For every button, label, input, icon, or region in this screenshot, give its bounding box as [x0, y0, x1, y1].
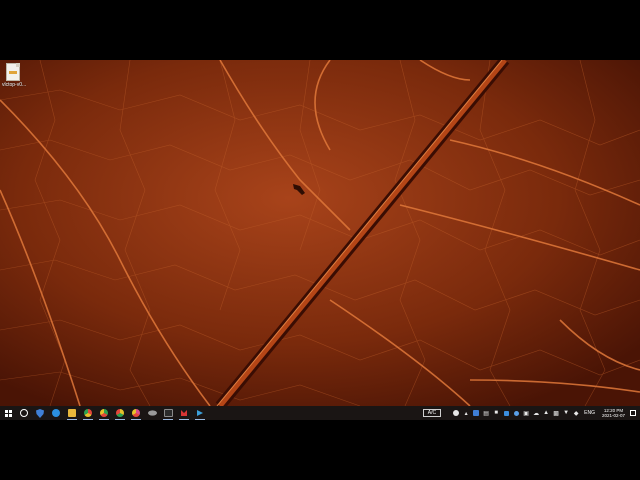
- taskbar-app-button[interactable]: [144, 406, 160, 420]
- taskbar-chrome-button-3[interactable]: [112, 406, 128, 420]
- red-app-icon: [181, 410, 187, 416]
- tray-pill-button[interactable]: A/C: [422, 409, 442, 417]
- taskbar-clock[interactable]: 12:20 PM 2021-02-07: [602, 408, 625, 418]
- file-icon: [6, 63, 20, 81]
- chrome-icon: [116, 409, 124, 417]
- search-icon: [20, 409, 28, 417]
- desktop-file-label: vlctop-v0....: [2, 82, 26, 88]
- clock-date: 2021-02-07: [601, 413, 625, 418]
- chrome-icon: [100, 409, 108, 417]
- taskbar-chrome-button-2[interactable]: [96, 406, 112, 420]
- windows-start-icon: [4, 409, 12, 417]
- leaf-wallpaper: [0, 60, 640, 406]
- taskbar-chrome-button-1[interactable]: [80, 406, 96, 420]
- tray-cloud-icon[interactable]: ☁: [532, 409, 540, 417]
- chrome-icon: [132, 409, 140, 417]
- start-button[interactable]: [0, 406, 16, 420]
- taskbar-terminal-button[interactable]: [160, 406, 176, 420]
- edge-icon: [52, 409, 60, 417]
- taskbar: A/C ▴ ▤ ■ ▣ ☁ ▲ ▩ ▼ ◆ ENG 12:20 PM 2021-…: [0, 406, 640, 420]
- tray-speaker-icon[interactable]: ▼: [562, 409, 570, 417]
- chrome-icon: [84, 409, 92, 417]
- taskbar-chrome-button-4[interactable]: [128, 406, 144, 420]
- desktop-file-item[interactable]: vlctop-v0....: [2, 63, 26, 88]
- taskbar-python-app-button[interactable]: [192, 406, 208, 420]
- python-icon: [197, 410, 203, 416]
- tray-app-icon[interactable]: [452, 409, 460, 417]
- tray-wifi-icon[interactable]: ▲: [542, 409, 550, 417]
- search-button[interactable]: [16, 406, 32, 420]
- desktop-wallpaper[interactable]: vlctop-v0....: [0, 60, 640, 406]
- folder-icon: [68, 409, 76, 417]
- taskbar-shield-button[interactable]: [32, 406, 48, 420]
- tray-keyboard-icon[interactable]: ▩: [552, 409, 560, 417]
- taskbar-file-explorer-button[interactable]: [64, 406, 80, 420]
- tray-volume-icon[interactable]: ◆: [572, 409, 580, 417]
- system-tray: A/C ▴ ▤ ■ ▣ ☁ ▲ ▩ ▼ ◆ ENG 12:20 PM 2021-…: [422, 406, 640, 420]
- tray-network-icon[interactable]: ▤: [482, 409, 490, 417]
- tray-dropbox-icon[interactable]: [502, 409, 510, 417]
- show-hidden-icons-icon[interactable]: ▴: [462, 409, 470, 417]
- notifications-button[interactable]: [629, 409, 637, 417]
- shield-icon: [36, 408, 44, 418]
- taskbar-edge-button[interactable]: [48, 406, 64, 420]
- language-indicator[interactable]: ENG: [584, 410, 595, 416]
- tray-lock-icon[interactable]: ■: [492, 409, 500, 417]
- tray-shield-icon[interactable]: [472, 409, 480, 417]
- terminal-icon: [163, 409, 173, 417]
- app-icon: [147, 410, 157, 416]
- taskbar-red-app-button[interactable]: [176, 406, 192, 420]
- letterbox-bottom: [0, 420, 640, 480]
- mouse-cursor-icon: [293, 184, 305, 195]
- letterbox-top: [0, 0, 640, 60]
- tray-bluetooth-icon[interactable]: [512, 409, 520, 417]
- tray-monitor-icon[interactable]: ▣: [522, 409, 530, 417]
- notification-icon: [630, 410, 636, 416]
